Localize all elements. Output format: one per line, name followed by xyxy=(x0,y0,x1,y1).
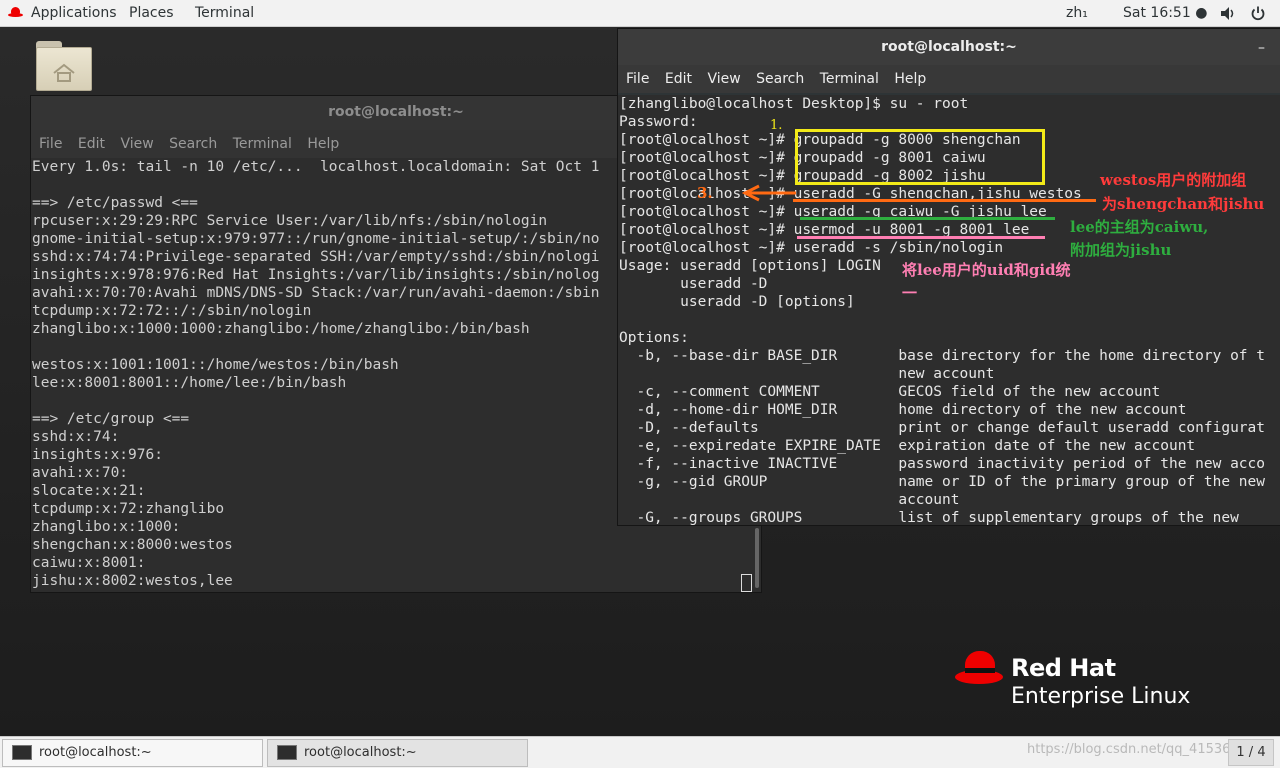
terminal-line: -g, --gid GROUP name or ID of the primar… xyxy=(619,474,1266,490)
workspace-pager[interactable]: 1 / 4 xyxy=(1228,739,1274,766)
menu-file[interactable]: File xyxy=(626,65,649,93)
terminal-icon xyxy=(12,745,32,760)
power-icon[interactable] xyxy=(1250,5,1266,21)
clock[interactable]: Sat 16:51 ● xyxy=(1123,5,1207,21)
terminal-line: -b, --base-dir BASE_DIR base directory f… xyxy=(619,348,1266,364)
top-panel: Applications Places Terminal zh₁ Sat 16:… xyxy=(0,0,1280,27)
groupadd-highlight-box xyxy=(795,129,1045,185)
places-menu[interactable]: Places xyxy=(129,5,174,21)
westos-note-line1: westos用户的附加组 xyxy=(1100,171,1247,189)
minimize-button[interactable]: – xyxy=(1258,41,1268,55)
redhat-icon xyxy=(8,7,23,17)
text-cursor xyxy=(741,574,752,592)
terminal-line: -f, --inactive INACTIVE password inactiv… xyxy=(619,456,1266,472)
speaker-icon[interactable] xyxy=(1220,6,1236,21)
orange-arrow-icon xyxy=(742,184,796,202)
terminal-line: -e, --expiredate EXPIRE_DATE expiration … xyxy=(619,438,1196,454)
terminal-line: [zhanglibo@localhost Desktop]$ su - root xyxy=(619,96,969,112)
watermark: https://blog.csdn.net/qq_41536 xyxy=(1027,742,1231,757)
home-folder-icon[interactable] xyxy=(36,41,92,91)
menu-search[interactable]: Search xyxy=(756,65,804,93)
menu-bar: File Edit View Search Terminal Help xyxy=(618,65,1280,93)
lee-underline xyxy=(800,217,1055,220)
lee-note-line1: lee的主组为caiwu, xyxy=(1070,218,1209,236)
menu-edit[interactable]: Edit xyxy=(78,130,105,158)
rhel-logo: Red Hat Enterprise Linux xyxy=(955,648,1215,718)
task-label: root@localhost:~ xyxy=(304,745,417,760)
terminal-line: Options: xyxy=(619,330,689,346)
menu-view[interactable]: View xyxy=(707,65,740,93)
terminal-line: new account xyxy=(619,366,995,382)
terminal-line: jishu:x:8002:westos,lee xyxy=(32,573,233,589)
house-icon xyxy=(53,63,75,82)
menu-terminal[interactable]: Terminal xyxy=(233,130,292,158)
terminal-line: -G, --groups GROUPS list of supplementar… xyxy=(619,510,1239,525)
terminal-line: -D, --defaults print or change default u… xyxy=(619,420,1266,436)
lee-note-line2: 附加组为jishu xyxy=(1070,241,1172,259)
input-method-indicator[interactable]: zh₁ xyxy=(1066,5,1088,21)
menu-help[interactable]: Help xyxy=(894,65,926,93)
westos-underline xyxy=(793,199,1096,202)
menu-edit[interactable]: Edit xyxy=(665,65,692,93)
task-button-terminal-2[interactable]: root@localhost:~ xyxy=(267,739,528,767)
logo-line2: Enterprise Linux xyxy=(1011,684,1191,709)
usermod-underline xyxy=(797,236,1045,239)
uid-note-line1: 将lee用户的uid和gid统 xyxy=(902,261,1071,279)
terminal-line: useradd -D [options] xyxy=(619,294,855,310)
terminal-app-menu[interactable]: Terminal xyxy=(195,5,254,21)
applications-menu[interactable]: Applications xyxy=(31,5,117,21)
task-button-terminal-1[interactable]: root@localhost:~ xyxy=(2,739,263,767)
menu-view[interactable]: View xyxy=(120,130,153,158)
terminal-line: shengchan:x:8000:westos xyxy=(32,537,233,553)
menu-terminal[interactable]: Terminal xyxy=(820,65,879,93)
task-label: root@localhost:~ xyxy=(39,745,152,760)
terminal-line: [root@localhost ~]# useradd -s /sbin/nol… xyxy=(619,240,1004,256)
window-list: root@localhost:~ root@localhost:~ https:… xyxy=(0,736,1280,768)
logo-line1: Red Hat xyxy=(1011,654,1116,682)
step-3-label: 3. xyxy=(697,184,713,202)
terminal-icon xyxy=(277,745,297,760)
terminal-line: -d, --home-dir HOME_DIR home directory o… xyxy=(619,402,1187,418)
menu-file[interactable]: File xyxy=(39,130,62,158)
window-title[interactable]: root@localhost:~ xyxy=(618,29,1280,65)
uid-note-line2: 一 xyxy=(902,284,918,302)
menu-help[interactable]: Help xyxy=(307,130,339,158)
terminal-line: account xyxy=(619,492,960,508)
terminal-line: caiwu:x:8001: xyxy=(32,555,146,571)
step-1-label: 1. xyxy=(770,118,783,133)
menu-search[interactable]: Search xyxy=(169,130,217,158)
terminal-line: -c, --comment COMMENT GECOS field of the… xyxy=(619,384,1161,400)
westos-note-line2: 为shengchan和jishu xyxy=(1102,195,1265,213)
